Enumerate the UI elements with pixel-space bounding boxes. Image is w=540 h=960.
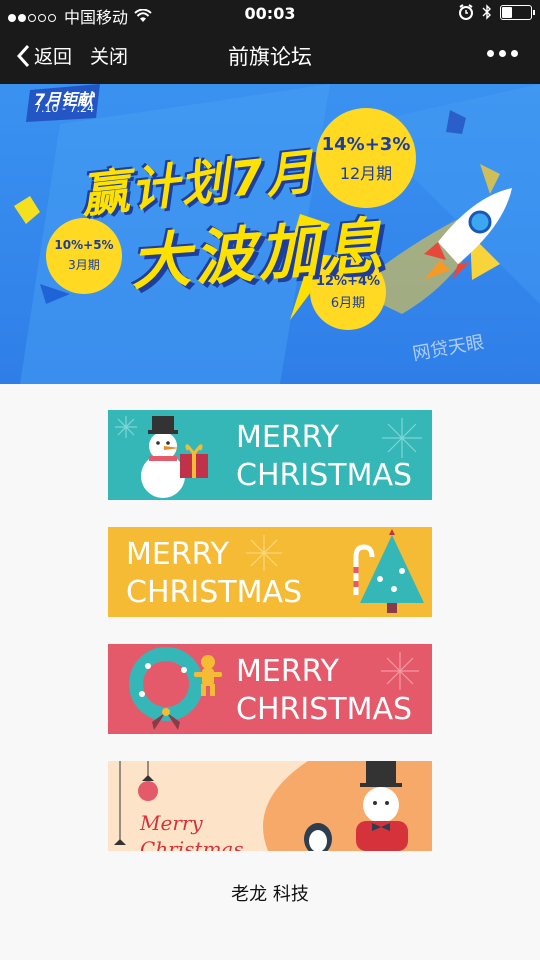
offer-term-2: 3月期 [68,258,100,272]
gift-icon [180,444,208,478]
snowflake-icon [115,416,137,438]
card-line-1: MERRY [236,654,339,689]
card-line-2: CHRISTMAS [236,458,413,493]
more-dot-icon [487,50,494,57]
penguin-icon [304,823,332,851]
badge-dates: 7.10 - 7.24 [34,102,94,115]
promo-banner[interactable]: 7月钜献 7.10 - 7.24 赢计划7月 大波加息 14%+3% 12月期 … [0,84,540,384]
card-line-1: MERRY [236,420,339,455]
card-line-2: CHRISTMAS [236,692,413,727]
battery-icon [500,4,535,20]
card-line-1: Merry [140,811,203,835]
christmas-card-tree[interactable]: MERRY CHRISTMAS [108,527,432,617]
more-dot-icon [499,50,506,57]
page-title: 前旗论坛 [228,45,312,69]
christmas-card-gentleman[interactable]: Merry Christmas [108,761,432,851]
footer-text: 老龙 科技 [231,884,309,905]
wreath-icon [129,647,203,730]
more-dot-icon [511,50,518,57]
more-options-button[interactable] [487,50,518,57]
christmas-card-wreath[interactable]: MERRY CHRISTMAS [108,644,432,734]
snowflake-icon [381,652,419,690]
snowman-icon [141,416,185,498]
alarm-icon [459,4,473,20]
nav-bar: 返回 关闭 前旗论坛 [0,28,540,84]
status-bar: 中国移动 00:03 [0,0,540,28]
snowflake-icon [382,418,422,458]
christmas-card-snowman[interactable]: MERRY CHRISTMAS [108,410,432,500]
card-line-2: Christmas [140,837,244,851]
offer-rate-3: 12%+4% [315,274,381,289]
christmas-tree-icon [360,529,424,613]
offer-term-1: 12月期 [339,164,393,183]
offer-rate-2: 10%+5% [54,238,114,252]
offer-term-3: 6月期 [330,296,366,311]
card-line-1: MERRY [126,537,229,572]
bluetooth-icon [482,4,491,20]
snowman-gentleman-icon [356,761,408,851]
card-line-2: CHRISTMAS [126,575,303,610]
offer-rate-1: 14%+3% [321,134,411,155]
snowflake-icon [246,535,282,571]
